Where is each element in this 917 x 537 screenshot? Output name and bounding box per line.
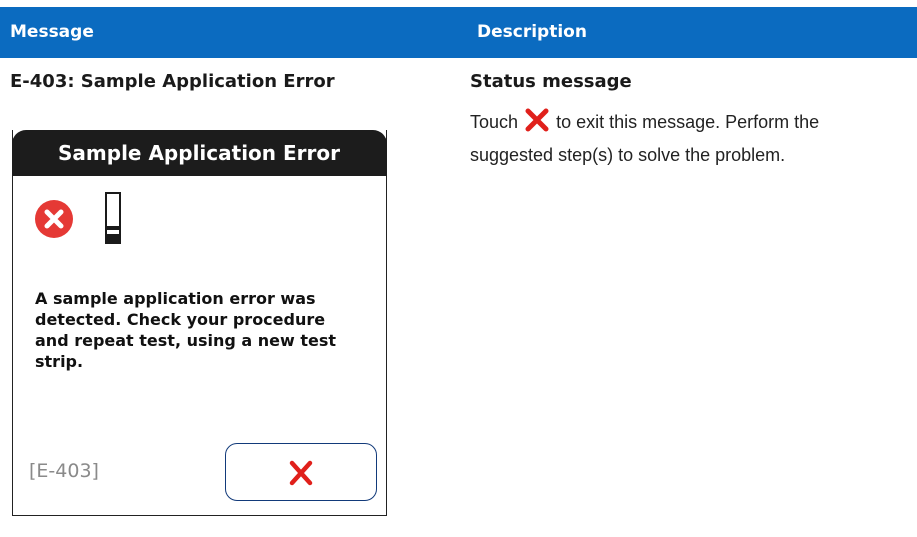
close-button[interactable] [225, 443, 377, 501]
dialog-message: A sample application error was detected.… [35, 289, 337, 371]
message-title: E-403: Sample Application Error [10, 71, 335, 92]
description-text-before: Touch [470, 112, 519, 132]
column-header-description: Description [477, 22, 587, 42]
dialog-title: Sample Application Error [11, 130, 387, 176]
close-x-icon [525, 108, 549, 132]
error-circle-icon [35, 200, 73, 238]
close-x-icon [289, 460, 313, 486]
error-code: [E-403] [29, 460, 99, 482]
column-header-message: Message [10, 22, 94, 42]
error-dialog: Sample Application Error A sample applic… [11, 130, 387, 516]
test-strip-icon [105, 192, 121, 244]
description-text-after: to exit this message. Perform the sugges… [470, 112, 820, 165]
description-body: Touch to exit this message. Perform the … [470, 106, 890, 172]
description-title: Status message [470, 71, 632, 92]
table-header: Message Description [0, 7, 917, 58]
